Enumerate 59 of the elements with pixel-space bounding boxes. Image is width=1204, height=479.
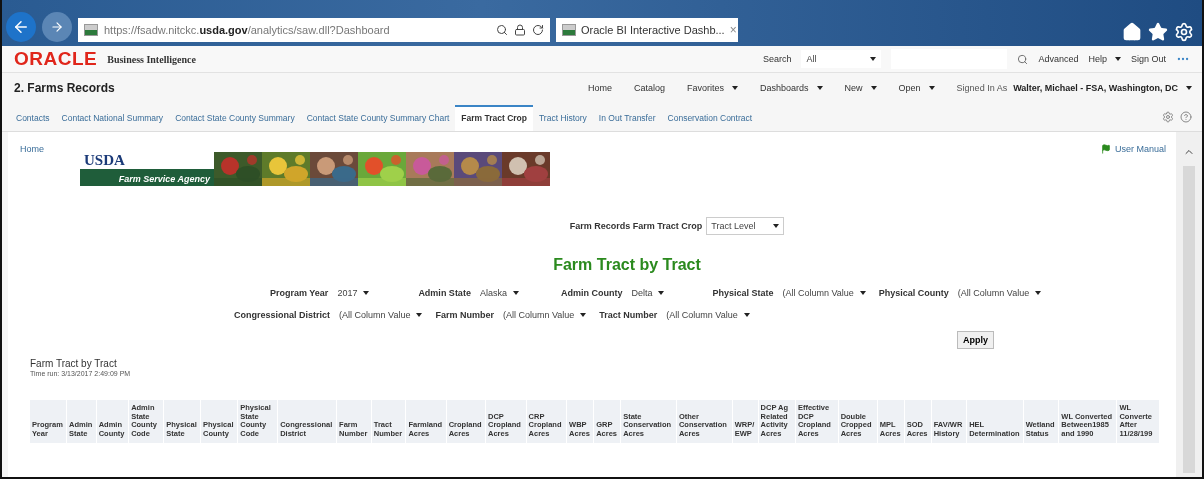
nav-link[interactable]: Catalog: [634, 83, 665, 93]
apply-button[interactable]: Apply: [957, 331, 994, 349]
nav-link[interactable]: Open: [898, 83, 935, 93]
signed-in-label: Signed In As: [956, 83, 1008, 93]
flag-icon: [1100, 144, 1111, 154]
search-scope-select[interactable]: All: [801, 50, 882, 68]
oracle-logo: ORACLE: [14, 48, 98, 70]
product-name: Business Intelligence: [107, 53, 196, 65]
header-link[interactable]: Advanced: [1038, 54, 1079, 64]
nav-link[interactable]: Home: [587, 83, 612, 93]
lock-icon: [514, 24, 526, 36]
report-title: Farm Tract by Tract: [30, 358, 118, 369]
page-title: 2. Farms Records: [14, 81, 115, 95]
search-label: Search: [762, 54, 792, 64]
search-icon[interactable]: [1017, 53, 1029, 65]
site-icon: [84, 24, 98, 36]
filter-label: Congressional District: [234, 310, 331, 320]
home-icon[interactable]: [1122, 22, 1142, 42]
url-text: https://fsadw.nitckc.usda.gov/analytics/saw.dll?Dashboard: [104, 24, 390, 36]
address-bar[interactable]: https://fsadw.nitckc.usda.gov/analytics/saw.dll?Dashboard: [78, 18, 550, 42]
filter-label: Tract Number: [599, 310, 658, 320]
filter-label: Program Year: [270, 288, 329, 298]
refresh-icon[interactable]: [532, 24, 544, 36]
report-heading: Farm Tract by Tract: [552, 256, 702, 274]
dashboard-tab[interactable]: Farm Tract Crop: [455, 105, 533, 131]
nav-link[interactable]: Favorites: [687, 83, 739, 93]
logo-text: USDA: [84, 152, 126, 168]
forward-button[interactable]: [42, 12, 72, 42]
user-menu[interactable]: Walter, Michael - FSA, Washington, DC: [1013, 83, 1192, 93]
filter-label: Physical County: [878, 288, 949, 298]
header-link[interactable]: Sign Out: [1130, 54, 1166, 64]
browser-tab[interactable]: Oracle BI Interactive Dashb... ×: [556, 18, 738, 42]
scrollbar[interactable]: [1176, 132, 1202, 477]
dashboard-tab[interactable]: Contact National Summary: [55, 105, 170, 131]
view-selector-label: Farm Records Farm Tract Crop: [569, 221, 703, 231]
filter-label: Physical State: [712, 288, 774, 298]
star-icon[interactable]: [1148, 22, 1168, 42]
dashboard-tab[interactable]: Contacts: [10, 105, 56, 131]
close-icon[interactable]: ×: [729, 23, 737, 37]
dashboard-tab[interactable]: Contact State County Summary Chart: [300, 105, 456, 131]
site-icon: [562, 24, 576, 36]
dashboard-tab[interactable]: In Out Transfer: [592, 105, 662, 131]
nav-link[interactable]: Dashboards: [760, 83, 823, 93]
search-icon[interactable]: [496, 24, 508, 36]
filter-label: Admin County: [560, 288, 623, 298]
back-button[interactable]: [6, 12, 36, 42]
header-link[interactable]: Help: [1088, 54, 1121, 64]
filter-label: Admin State: [418, 288, 471, 298]
dashboard-tab[interactable]: Tract History: [533, 105, 593, 131]
home-link[interactable]: Home: [20, 144, 44, 154]
nav-link[interactable]: New: [844, 83, 877, 93]
dashboard-tab[interactable]: Contact State County Summary: [169, 105, 301, 131]
help-icon[interactable]: [1180, 111, 1192, 123]
view-select[interactable]: Tract Level: [706, 217, 785, 235]
forward-arrow-icon: [50, 20, 64, 34]
agency-name: Farm Service Agency: [118, 173, 210, 186]
dashboard-tab[interactable]: Conservation Contract: [661, 105, 759, 131]
user-manual-link[interactable]: User Manual: [1100, 144, 1166, 154]
filter-label: Farm Number: [435, 310, 494, 320]
